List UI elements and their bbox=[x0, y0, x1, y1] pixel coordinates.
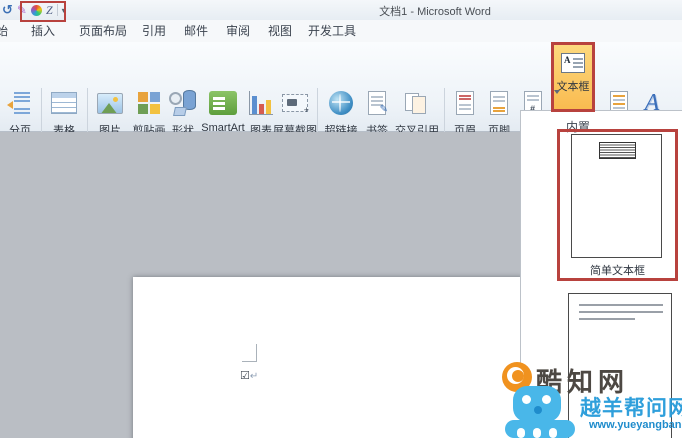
clip-art-icon bbox=[138, 92, 160, 114]
tab-insert[interactable]: 插入 bbox=[22, 20, 64, 42]
cross-reference-icon bbox=[405, 91, 429, 115]
margin-crop-mark bbox=[256, 344, 257, 361]
page-break-button[interactable]: 分页 bbox=[2, 86, 38, 138]
tab-developer[interactable]: 开发工具 bbox=[306, 20, 358, 42]
tab-view[interactable]: 视图 bbox=[265, 20, 295, 42]
tab-home-partial[interactable]: 始 bbox=[0, 20, 11, 42]
checkbox-content-control[interactable]: ☑↵ bbox=[240, 369, 258, 382]
hyperlink-globe-icon bbox=[329, 91, 353, 115]
paragraph-return-icon: ↵ bbox=[249, 371, 259, 382]
undo-icon[interactable]: ↺ bbox=[2, 3, 13, 17]
footer-icon bbox=[490, 91, 508, 115]
cross-reference-button[interactable]: 交叉引用 bbox=[392, 86, 442, 138]
chart-icon bbox=[249, 91, 273, 115]
clip-art-button[interactable]: 剪贴画 bbox=[128, 86, 170, 138]
tab-review[interactable]: 审阅 bbox=[223, 20, 253, 42]
gallery-item-second[interactable] bbox=[568, 293, 672, 438]
annotation-box-insert-tab bbox=[20, 1, 66, 22]
page-break-icon bbox=[7, 89, 33, 117]
header-icon bbox=[456, 91, 474, 115]
smartart-button[interactable]: SmartArt bbox=[198, 86, 248, 134]
ribbon-tab-bar: 始 插入 页面布局 引用 邮件 审阅 视图 开发工具 bbox=[0, 20, 682, 42]
thumbnail-text-line bbox=[579, 318, 635, 320]
window-title: 文档1 - Microsoft Word bbox=[379, 6, 491, 18]
bookmark-button[interactable]: ✎ 书签 bbox=[362, 86, 392, 138]
checked-checkbox-icon[interactable]: ☑ bbox=[240, 370, 250, 382]
thumbnail-text-line bbox=[579, 304, 663, 306]
tab-references[interactable]: 引用 bbox=[139, 20, 169, 42]
text-box-gallery-panel: 内置 简单文本框 bbox=[520, 110, 682, 438]
tab-page-layout[interactable]: 页面布局 bbox=[76, 20, 130, 42]
screenshot-icon bbox=[282, 94, 309, 115]
picture-icon bbox=[97, 92, 123, 114]
table-icon bbox=[51, 92, 77, 114]
pen-decoration-icon: ✎ bbox=[379, 104, 388, 115]
shapes-icon bbox=[169, 90, 197, 116]
annotation-box-simple-text-box bbox=[557, 129, 678, 281]
document-page[interactable]: ☑↵ bbox=[133, 277, 523, 438]
margin-crop-mark bbox=[242, 361, 257, 362]
smartart-icon bbox=[209, 91, 237, 115]
picture-button[interactable]: 图片 bbox=[92, 86, 128, 138]
thumbnail-text-line bbox=[579, 311, 663, 313]
tab-mailings[interactable]: 邮件 bbox=[181, 20, 211, 42]
annotation-box-text-box-button bbox=[551, 42, 595, 112]
title-bar: ↺ ✎ Z ▾ 文档1 - Microsoft Word bbox=[0, 0, 682, 20]
hyperlink-button[interactable]: 超链接 bbox=[322, 86, 360, 138]
bookmark-icon: ✎ bbox=[368, 91, 388, 115]
